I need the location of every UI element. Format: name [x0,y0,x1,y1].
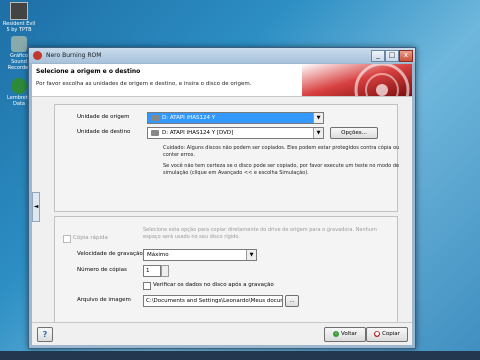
desktop-icon-label: Resident Evil 5 by TPTB [2,21,36,33]
copy-label: Copiar [382,331,400,337]
expand-sidebar-button[interactable]: ◄ [32,192,40,222]
window-title: Nero Burning ROM [46,52,102,59]
back-arrow-icon: ‹ [332,330,339,337]
speed-select[interactable]: Máximo ▼ [143,249,257,261]
chevron-down-icon[interactable]: ▼ [313,113,323,123]
verify-label: Verificar os dados no disco após a grava… [153,282,274,288]
image-file-input[interactable]: C:\Documents and Settings\Leonardo\Meus … [143,295,283,307]
options-button[interactable]: Opções... [330,127,378,139]
maximize-button[interactable]: □ [385,50,399,62]
copy-disc-icon: ● [374,330,381,337]
copies-label: Número de cópias [77,267,127,273]
title-bar[interactable]: Nero Burning ROM _ □ x [29,48,415,63]
nero-window: Nero Burning ROM _ □ x Selecione a orige… [28,47,416,349]
nero-logo-icon [33,51,42,60]
source-drive-label: Unidade de origem [77,114,130,120]
drive-icon [151,115,159,121]
chevron-down-icon[interactable]: ▼ [246,250,256,260]
close-button[interactable]: x [399,50,413,62]
wizard-footer: ? ‹ Voltar ● Copiar [32,322,412,345]
copies-stepper[interactable]: 1 [143,265,161,277]
minimize-button[interactable]: _ [371,50,385,62]
speed-label: Velocidade de gravação [77,251,143,257]
destination-drive-select[interactable]: D: ATAPI iHAS124 Y [DVD] ▼ [147,127,324,139]
image-file-label: Arquivo de imagem [77,297,131,303]
disc-banner-icon [302,64,412,96]
quick-copy-label: Cópia rápida [73,235,108,241]
game-icon [10,2,28,20]
quick-copy-note: Selecione esta opção para copiar diretam… [143,227,377,240]
header-subtitle: Por favor escolha as unidades de origem … [36,81,252,87]
simulation-note: Se você não tem certeza se o disco pode … [163,163,400,176]
verify-checkbox[interactable] [143,282,151,290]
chevron-down-icon[interactable]: ▼ [313,128,323,138]
browse-button[interactable]: ... [285,295,299,307]
microphone-icon [11,36,27,52]
source-drive-value: D: ATAPI iHAS124 Y [162,115,216,121]
header-title: Selecione a origem e o destino [36,68,141,75]
taskbar[interactable] [0,351,480,360]
copy-warning-note: Cuidado: Alguns discos não podem ser cop… [163,145,400,158]
source-drive-select[interactable]: D: ATAPI iHAS124 Y ▼ [147,112,324,124]
drives-group: Unidade de origem D: ATAPI iHAS124 Y ▼ U… [54,104,399,212]
destination-drive-label: Unidade de destino [77,129,131,135]
back-button[interactable]: ‹ Voltar [324,327,366,342]
wizard-header: Selecione a origem e o destino Por favor… [32,64,412,97]
back-label: Voltar [340,331,358,337]
settings-group: Cópia rápida Selecione esta opção para c… [54,216,398,324]
help-button[interactable]: ? [37,327,53,342]
stepper-arrows-icon[interactable] [161,265,169,277]
dialog-client: Selecione a origem e o destino Por favor… [32,64,412,345]
destination-drive-value: D: ATAPI iHAS124 Y [DVD] [162,130,234,136]
drive-icon [151,130,159,136]
speed-value: Máximo [147,252,169,258]
quick-copy-checkbox[interactable] [63,235,71,243]
copy-button[interactable]: ● Copiar [366,327,408,342]
calendar-icon [11,78,27,94]
desktop-icon-resident-evil[interactable]: Resident Evil 5 by TPTB [2,2,36,33]
